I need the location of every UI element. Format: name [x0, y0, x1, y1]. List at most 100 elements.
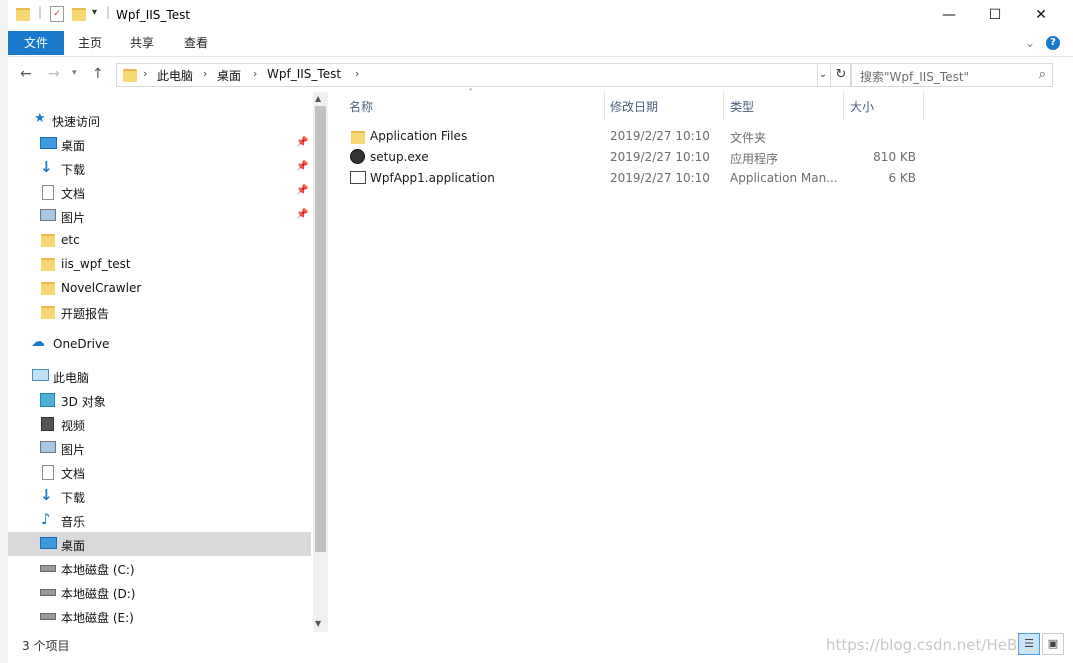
nav-folder-proposal[interactable]: 开题报告	[8, 300, 311, 324]
file-type: 文件夹	[730, 131, 767, 145]
nav-downloads-pinned[interactable]: ↓ 下载 📌	[8, 156, 311, 180]
breadcrumb-separator-icon[interactable]: ›	[253, 67, 257, 80]
column-header-size[interactable]: 大小	[850, 98, 874, 115]
nav-folder-iis-wpf-test[interactable]: iis_wpf_test	[8, 252, 311, 276]
large-icons-view-icon[interactable]: ▣	[1042, 633, 1064, 655]
nav-videos[interactable]: 视频	[8, 412, 311, 436]
folder-icon	[41, 282, 55, 295]
help-icon[interactable]: ?	[1046, 36, 1060, 50]
nav-music[interactable]: ♪ 音乐	[8, 508, 311, 532]
nav-onedrive[interactable]: ☁ OneDrive	[8, 332, 311, 356]
column-divider[interactable]	[843, 92, 844, 120]
new-folder-icon[interactable]	[72, 8, 86, 21]
status-bar: 3 个项目 https://blog.csdn.net/HeBiz ☰ ▣	[8, 632, 1073, 663]
download-icon: ↓	[40, 486, 53, 504]
forward-arrow-icon[interactable]: →	[48, 66, 60, 82]
tab-file[interactable]: 文件	[8, 31, 64, 55]
address-bar[interactable]: › 此电脑 › 桌面 › Wpf_IIS_Test ›	[116, 63, 818, 87]
refresh-icon[interactable]: ↻	[830, 63, 852, 87]
pin-icon[interactable]: 📌	[296, 161, 308, 172]
table-row[interactable]: Application Files 2019/2/27 10:10 文件夹	[342, 126, 942, 147]
tab-home[interactable]: 主页	[70, 31, 110, 55]
column-divider[interactable]	[604, 92, 605, 120]
search-icon[interactable]: ⌕	[1039, 67, 1046, 82]
nav-item-label: 下载	[61, 163, 86, 177]
details-view-icon[interactable]: ☰	[1018, 633, 1040, 655]
drive-icon	[40, 613, 56, 620]
pin-icon[interactable]: 📌	[296, 137, 308, 148]
table-row[interactable]: setup.exe 2019/2/27 10:10 应用程序 810 KB	[342, 147, 942, 168]
file-type: Application Man...	[730, 171, 838, 185]
watermark: https://blog.csdn.net/HeBiz	[826, 636, 1030, 654]
nav-downloads[interactable]: ↓ 下载	[8, 484, 311, 508]
scroll-up-icon[interactable]: ▲	[315, 94, 321, 103]
breadcrumb-desktop[interactable]: 桌面	[217, 67, 241, 84]
breadcrumb-separator-icon[interactable]: ›	[355, 67, 359, 80]
nav-item-label: 本地磁盘 (E:)	[61, 611, 134, 625]
breadcrumb-current-folder[interactable]: Wpf_IIS_Test	[267, 67, 341, 81]
folder-icon	[41, 234, 55, 247]
nav-scrollbar[interactable]: ▲ ▼	[313, 92, 328, 632]
maximize-button[interactable]: ☐	[972, 0, 1018, 31]
scroll-down-icon[interactable]: ▼	[315, 619, 321, 628]
nav-desktop-pinned[interactable]: 桌面 📌	[8, 132, 311, 156]
breadcrumb-this-pc[interactable]: 此电脑	[157, 67, 193, 84]
ribbon: 文件 主页 共享 查看 ⌄ ?	[8, 31, 1073, 57]
file-date: 2019/2/27 10:10	[610, 150, 710, 164]
breadcrumb-separator-icon[interactable]: ›	[203, 67, 207, 80]
nav-pictures[interactable]: 图片	[8, 436, 311, 460]
breadcrumb-separator-icon[interactable]: ›	[143, 67, 147, 80]
nav-folder-etc[interactable]: etc	[8, 228, 311, 252]
minimize-button[interactable]: —	[926, 0, 972, 31]
up-arrow-icon[interactable]: ↑	[92, 66, 104, 82]
music-icon: ♪	[41, 510, 51, 528]
file-type: 应用程序	[730, 152, 779, 166]
divider: |	[38, 5, 43, 19]
nav-drive-e[interactable]: 本地磁盘 (E:)	[8, 604, 311, 628]
nav-pictures-pinned[interactable]: 图片 📌	[8, 204, 311, 228]
nav-desktop[interactable]: 桌面	[8, 532, 311, 556]
nav-quick-access[interactable]: ★ 快速访问	[8, 108, 311, 132]
column-divider[interactable]	[723, 92, 724, 120]
table-row[interactable]: WpfApp1.application 2019/2/27 10:10 Appl…	[342, 168, 942, 189]
search-input[interactable]: 搜索"Wpf_IIS_Test" ⌕	[850, 63, 1053, 87]
column-header-name[interactable]: 名称	[349, 98, 373, 115]
nav-item-label: iis_wpf_test	[61, 257, 131, 271]
folder-icon	[16, 8, 30, 21]
tab-share[interactable]: 共享	[122, 31, 162, 55]
nav-documents-pinned[interactable]: 文档 📌	[8, 180, 311, 204]
nav-item-label: 本地磁盘 (D:)	[61, 587, 136, 601]
picture-icon	[40, 209, 56, 221]
file-name: setup.exe	[370, 150, 429, 164]
column-header-type[interactable]: 类型	[730, 98, 754, 115]
nav-folder-novelcrawler[interactable]: NovelCrawler	[8, 276, 311, 300]
nav-3d-objects[interactable]: 3D 对象	[8, 388, 311, 412]
close-button[interactable]: ✕	[1018, 0, 1064, 31]
cube-icon	[40, 393, 55, 407]
pin-icon[interactable]: 📌	[296, 185, 308, 196]
back-arrow-icon[interactable]: ←	[20, 66, 32, 82]
search-placeholder: 搜索"Wpf_IIS_Test"	[860, 70, 970, 84]
address-row: ← → ▾ ↑ › 此电脑 › 桌面 › Wpf_IIS_Test › ⌄ ↻ …	[8, 57, 1073, 92]
properties-icon[interactable]: ✓	[50, 6, 64, 22]
collapse-ribbon-icon[interactable]: ⌄	[1022, 31, 1038, 55]
nav-this-pc[interactable]: 此电脑	[8, 364, 311, 388]
download-icon: ↓	[40, 158, 53, 176]
nav-item-label: 文档	[61, 187, 86, 201]
scrollbar-thumb[interactable]	[315, 106, 326, 552]
customize-toolbar-icon[interactable]: ▾	[92, 7, 97, 18]
nav-drive-d[interactable]: 本地磁盘 (D:)	[8, 580, 311, 604]
file-name: WpfApp1.application	[370, 171, 495, 185]
recent-dropdown-icon[interactable]: ▾	[72, 68, 77, 78]
nav-documents[interactable]: 文档	[8, 460, 311, 484]
column-divider[interactable]	[923, 92, 924, 120]
column-header-date[interactable]: 修改日期	[610, 98, 658, 115]
file-date: 2019/2/27 10:10	[610, 129, 710, 143]
nav-item-label: 3D 对象	[61, 395, 106, 409]
nav-drive-c[interactable]: 本地磁盘 (C:)	[8, 556, 311, 580]
setup-icon	[350, 149, 365, 164]
pin-icon[interactable]: 📌	[296, 209, 308, 220]
tab-view[interactable]: 查看	[176, 31, 216, 55]
address-history-dropdown-icon[interactable]: ⌄	[816, 63, 831, 87]
nav-item-label: 桌面	[61, 539, 86, 553]
